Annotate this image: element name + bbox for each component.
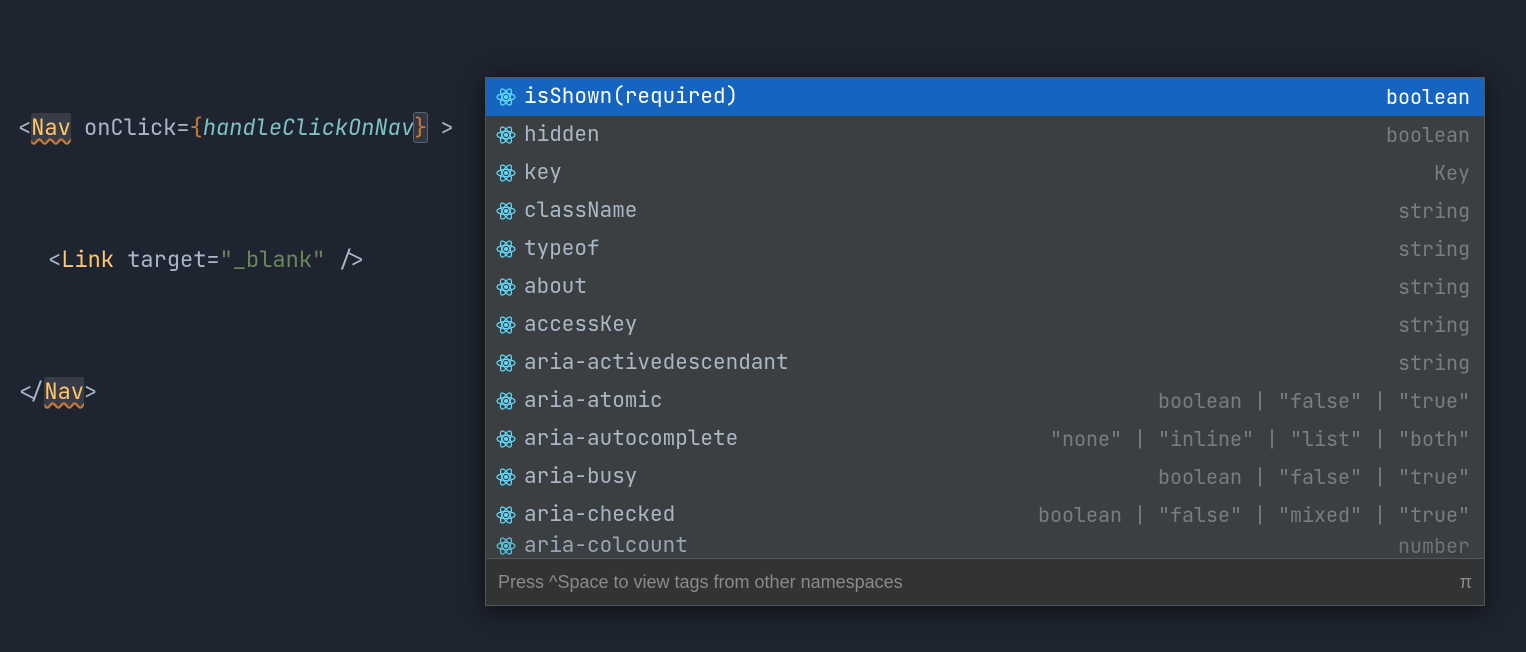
- completion-item-aria-busy[interactable]: aria-busy boolean | "false" | "true": [486, 458, 1484, 496]
- completion-item-type: string: [1398, 306, 1470, 344]
- completion-item-key[interactable]: key Key: [486, 154, 1484, 192]
- completion-item-aria-autocomplete[interactable]: aria-autocomplete "none" | "inline" | "li…: [486, 420, 1484, 458]
- jsx-attr-onclick: onClick: [84, 113, 176, 142]
- completion-item-hidden[interactable]: hidden boolean: [486, 116, 1484, 154]
- completion-item-type: boolean | "false" | "true": [1158, 382, 1470, 420]
- completion-item-type: "none" | "inline" | "list" | "both": [1050, 420, 1470, 458]
- angle-open: <: [18, 113, 31, 142]
- react-icon: [496, 391, 516, 411]
- completion-footer: Press ^Space to view tags from other nam…: [486, 558, 1484, 605]
- completion-item-label: aria-atomic: [524, 382, 663, 420]
- react-icon: [496, 239, 516, 259]
- react-icon: [496, 429, 516, 449]
- completion-popup[interactable]: isShown(required)booleanhiddenbooleankey…: [485, 77, 1485, 606]
- angle-close: >: [440, 113, 453, 142]
- react-icon: [496, 315, 516, 335]
- react-icon: [496, 353, 516, 373]
- completion-item-type: string: [1398, 344, 1470, 382]
- completion-item-label: aria-activedescendant: [524, 344, 789, 382]
- completion-item-type: string: [1398, 268, 1470, 306]
- equals: =: [206, 245, 219, 274]
- react-icon: [496, 505, 516, 525]
- completion-item-label: className: [524, 192, 637, 230]
- completion-list[interactable]: isShown(required)booleanhiddenbooleankey…: [486, 78, 1484, 558]
- equals: =: [176, 113, 189, 142]
- completion-item-type: boolean: [1386, 116, 1470, 154]
- completion-item-aria-atomic[interactable]: aria-atomic boolean | "false" | "true": [486, 382, 1484, 420]
- completion-item-label: hidden: [524, 116, 600, 154]
- jsx-tag-nav-open: Nav: [31, 113, 71, 142]
- completion-item-type: boolean | "false" | "mixed" | "true": [1038, 496, 1470, 534]
- pi-icon[interactable]: π: [1460, 563, 1472, 601]
- jsx-attr-target: target: [127, 245, 206, 274]
- react-icon: [496, 87, 516, 107]
- react-icon: [496, 467, 516, 487]
- jsx-expression-handler: handleClickOnNav: [203, 113, 414, 142]
- completion-item-label: key: [524, 154, 562, 192]
- completion-item-label: about: [524, 268, 587, 306]
- completion-item-required: (required): [612, 78, 738, 116]
- completion-item-about[interactable]: about string: [486, 268, 1484, 306]
- completion-item-isShown[interactable]: isShown(required) boolean: [486, 78, 1484, 116]
- completion-item-accessKey[interactable]: accessKey string: [486, 306, 1484, 344]
- angle-open-close: </: [18, 377, 44, 406]
- completion-item-type: boolean: [1386, 78, 1470, 116]
- completion-item-type: string: [1398, 230, 1470, 268]
- completion-item-label: aria-colcount: [524, 534, 688, 558]
- completion-item-type: string: [1398, 192, 1470, 230]
- brace-close: }: [414, 113, 427, 142]
- react-icon: [496, 536, 516, 556]
- completion-item-aria-colcount[interactable]: aria-colcount number: [486, 534, 1484, 558]
- completion-item-label: typeof: [524, 230, 600, 268]
- react-icon: [496, 201, 516, 221]
- completion-item-type: number: [1398, 534, 1470, 558]
- jsx-string-blank: "_blank": [220, 245, 326, 274]
- completion-hint: Press ^Space to view tags from other nam…: [498, 563, 903, 601]
- completion-item-label: isShown: [524, 78, 612, 116]
- completion-item-className[interactable]: className string: [486, 192, 1484, 230]
- brace-open: {: [190, 113, 203, 142]
- react-icon: [496, 125, 516, 145]
- jsx-tag-link: Link: [61, 245, 114, 274]
- completion-item-label: accessKey: [524, 306, 637, 344]
- completion-item-type: boolean | "false" | "true": [1158, 458, 1470, 496]
- completion-item-typeof[interactable]: typeof string: [486, 230, 1484, 268]
- completion-item-type: Key: [1434, 154, 1470, 192]
- self-close: />: [338, 245, 364, 274]
- completion-item-aria-activedescendant[interactable]: aria-activedescendant string: [486, 344, 1484, 382]
- completion-item-label: aria-checked: [524, 496, 675, 534]
- completion-item-label: aria-busy: [524, 458, 637, 496]
- angle-close: >: [84, 377, 97, 406]
- jsx-tag-nav-close: Nav: [44, 377, 84, 406]
- react-icon: [496, 277, 516, 297]
- completion-item-label: aria-autocomplete: [524, 420, 738, 458]
- angle-open: <: [48, 245, 61, 274]
- completion-item-aria-checked[interactable]: aria-checked boolean | "false" | "mixed" …: [486, 496, 1484, 534]
- react-icon: [496, 163, 516, 183]
